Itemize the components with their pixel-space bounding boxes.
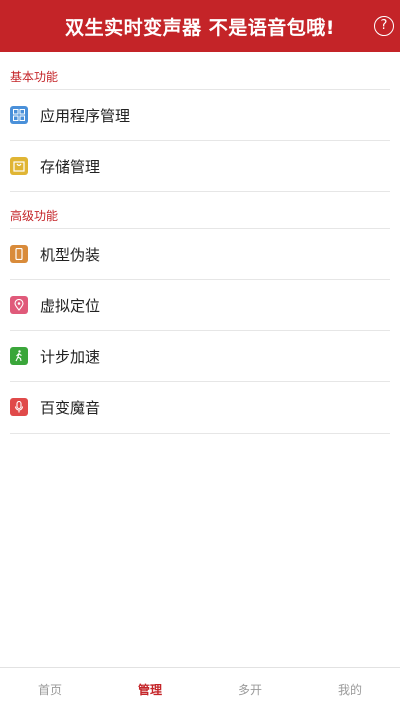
walking-icon: [10, 347, 28, 365]
menu-item-virtual-location[interactable]: 虚拟定位: [0, 280, 400, 330]
menu-item-label: 虚拟定位: [40, 296, 101, 315]
app-header: 双生实时变声器 不是语音包哦! ?: [0, 0, 400, 52]
menu-item-label: 存储管理: [40, 157, 101, 176]
section-title-advanced: 高级功能: [10, 209, 59, 223]
menu-item-label: 应用程序管理: [40, 106, 131, 125]
storage-bag-icon: [10, 157, 28, 175]
grid-apps-icon: [10, 106, 28, 124]
microphone-icon: [10, 398, 28, 416]
divider: [10, 433, 390, 434]
section-title-basic: 基本功能: [10, 70, 59, 84]
tab-manage[interactable]: 管理: [100, 681, 200, 698]
menu-item-device-disguise[interactable]: 机型伪装: [0, 229, 400, 279]
tab-home[interactable]: 首页: [0, 681, 100, 698]
menu-item-voice-changer[interactable]: 百变魔音: [0, 382, 400, 432]
menu-item-label: 机型伪装: [40, 245, 101, 264]
tab-mine[interactable]: 我的: [300, 681, 400, 698]
tab-multi-open[interactable]: 多开: [200, 681, 300, 698]
menu-item-app-management[interactable]: 应用程序管理: [0, 90, 400, 140]
menu-item-step-boost[interactable]: 计步加速: [0, 331, 400, 381]
bottom-tab-bar: 首页 管理 多开 我的: [0, 667, 400, 710]
menu-item-label: 计步加速: [40, 347, 101, 366]
app-title: 双生实时变声器 不是语音包哦!: [65, 16, 335, 39]
phone-icon: [10, 245, 28, 263]
menu-item-storage-management[interactable]: 存储管理: [0, 141, 400, 191]
divider: [10, 191, 390, 192]
location-pin-icon: [10, 296, 28, 314]
help-icon[interactable]: ?: [374, 16, 394, 36]
menu-item-label: 百变魔音: [40, 398, 101, 417]
